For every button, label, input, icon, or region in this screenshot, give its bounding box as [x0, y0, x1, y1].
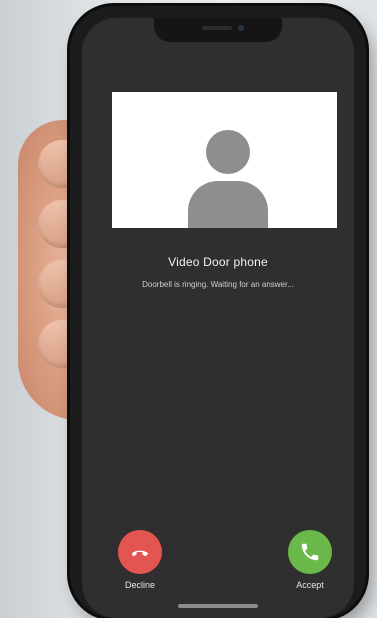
home-indicator[interactable] [178, 604, 258, 608]
phone-screen: Video Door phone Doorbell is ringing. Wa… [82, 18, 354, 618]
accept-label: Accept [296, 580, 324, 590]
decline-button[interactable] [118, 530, 162, 574]
decline-label: Decline [124, 580, 155, 590]
phone: Video Door phone Doorbell is ringing. Wa… [70, 6, 366, 618]
call-status: Doorbell is ringing. Waiting for an answ… [142, 280, 294, 289]
phone-hangup-icon [131, 550, 149, 557]
phone-icon [301, 543, 319, 561]
front-camera [238, 25, 244, 31]
notch [154, 18, 282, 42]
call-title: Video Door phone [168, 255, 268, 269]
speaker-grille [202, 26, 232, 30]
person-placeholder-icon [188, 181, 268, 228]
accept-button[interactable] [288, 530, 332, 574]
person-placeholder-icon [206, 130, 250, 174]
video-preview [112, 92, 337, 228]
